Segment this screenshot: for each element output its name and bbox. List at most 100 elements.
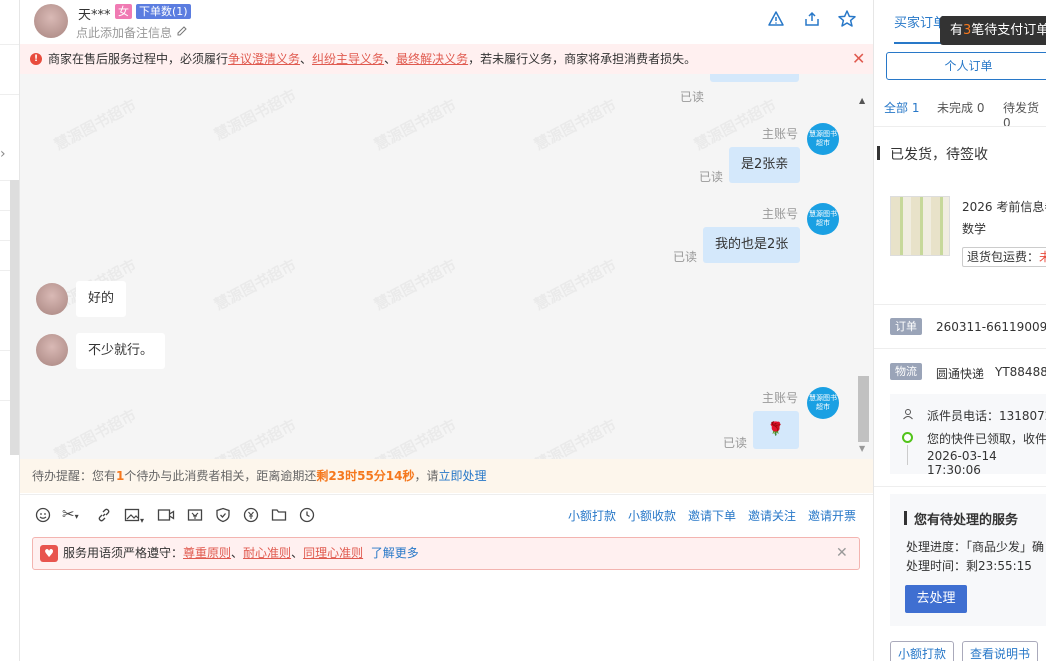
share-icon[interactable] (803, 10, 821, 28)
watermark: 慧源图书超市 (530, 94, 619, 155)
rule-sep: 、 (231, 546, 244, 560)
scissors-icon[interactable]: ✂▾ (62, 505, 79, 523)
view-manual-button[interactable]: 查看说明书 (962, 641, 1038, 661)
process-button[interactable]: 去处理 (905, 585, 967, 613)
order-status: 已发货，待签收 (890, 147, 988, 163)
small-payment-button[interactable]: 小额打款 (890, 641, 954, 661)
filter-all[interactable]: 全部 1 (884, 99, 919, 116)
todo-action-link[interactable]: 立即处理 (439, 469, 487, 483)
note-placeholder[interactable]: 点此添加备注信息 (76, 24, 172, 41)
message-bubble-m2[interactable]: 我的也是2张 (703, 227, 801, 263)
sender-label: 主账号 (762, 391, 799, 405)
notice-suffix: ，若未履行义务，商家将承担消费者损失。 (468, 52, 697, 66)
notice-link-resolve[interactable]: 最终解决义务 (396, 52, 468, 66)
watermark: 慧源图书超市 (210, 84, 299, 145)
contact-avatar[interactable] (34, 4, 68, 38)
todo-text: 个待办与此消费者相关，距离逾期还 (124, 469, 317, 483)
obligation-notice: ! 商家在售后服务过程中，必须履行争议澄清义务、纠纷主导义务、最终解决义务，若未… (20, 44, 873, 74)
notice-link-clarify[interactable]: 争议澄清义务 (228, 52, 300, 66)
scroll-up-arrow-icon[interactable]: ▲ (859, 96, 865, 105)
watermark: 慧源图书超市 (50, 94, 139, 155)
return-fee-value: 未 (1039, 250, 1046, 264)
invite-invoice-link[interactable]: 邀请开票 (808, 507, 856, 524)
contact-avatar[interactable] (36, 283, 68, 315)
currency-icon[interactable] (243, 507, 259, 523)
scroll-down-arrow-icon[interactable]: ▼ (859, 444, 865, 453)
carrier-name: 圆通快递 (936, 367, 985, 381)
tracking-text: 您的快件已领取，收件 (927, 432, 1046, 446)
rule-link-patience[interactable]: 耐心准则 (243, 546, 291, 560)
todo-remaining: 剩23时55分14秒 (316, 469, 415, 483)
shield-icon[interactable] (215, 507, 231, 523)
scrollbar-thumb[interactable] (858, 376, 869, 442)
order-count-badge[interactable]: 下单数(1) (136, 4, 191, 19)
read-status: 已读 (699, 170, 724, 184)
divider (874, 126, 1046, 127)
divider (874, 348, 1046, 349)
video-icon[interactable] (157, 507, 175, 523)
heart-chat-icon: ♥ (40, 545, 58, 562)
toast-text: 有 (950, 23, 964, 38)
close-icon[interactable]: ✕ (836, 538, 848, 569)
folder-icon[interactable] (271, 507, 287, 523)
message-input[interactable] (20, 575, 873, 661)
warning-icon[interactable] (767, 10, 785, 28)
shop-avatar-text: 慧源图书超市 (809, 394, 837, 411)
message-bubble-m3[interactable]: 好的 (76, 281, 127, 317)
clock-icon[interactable] (299, 507, 315, 523)
rule-link-empathy[interactable]: 同理心准则 (303, 546, 363, 560)
watermark: 慧源图书超市 (530, 414, 619, 459)
return-fee-badge: 退货包运费：未 (962, 247, 1046, 267)
sender-label: 主账号 (762, 127, 799, 141)
return-fee-label: 退货包运费： (967, 250, 1040, 264)
product-title[interactable]: 2026 考前信息卷 (962, 198, 1046, 215)
coupon-icon[interactable] (187, 507, 203, 523)
divider (874, 486, 1046, 487)
star-icon[interactable] (837, 9, 857, 29)
pending-payment-toast[interactable]: 有3笔待支付订单 (940, 16, 1046, 45)
personal-orders-button[interactable]: 个人订单 (886, 52, 1046, 80)
watermark: 慧源图书超市 (210, 254, 299, 315)
invite-order-link[interactable]: 邀请下单 (688, 507, 736, 524)
invite-follow-link[interactable]: 邀请关注 (748, 507, 796, 524)
timeline-line (907, 445, 908, 465)
pending-service-title: 您有待处理的服务 (914, 513, 1019, 528)
watermark: 慧源图书超市 (530, 254, 619, 315)
contact-avatar[interactable] (36, 334, 68, 366)
filter-incomplete[interactable]: 未完成 0 (937, 99, 984, 116)
left-panel-edge: › (0, 0, 20, 661)
message-bubble-partial (710, 74, 799, 82)
message-scrollbar[interactable]: ▲ ▼ (857, 74, 873, 459)
process-time: 处理时间：剩23:55:15 (906, 559, 1032, 573)
rule-sep: 、 (291, 546, 304, 560)
timeline-dot-icon (902, 432, 913, 443)
person-icon (903, 409, 913, 420)
read-status: 已读 (680, 90, 705, 104)
close-icon[interactable]: ✕ (852, 44, 865, 74)
message-bubble-m5[interactable]: 🌹 (753, 411, 799, 449)
small-receive-link[interactable]: 小额收款 (628, 507, 676, 524)
image-icon[interactable]: ▾ (124, 507, 144, 526)
message-area[interactable]: 慧源图书超市 慧源图书超市 慧源图书超市 慧源图书超市 慧源图书超市 慧源图书超… (20, 74, 873, 459)
watermark: 慧源图书超市 (370, 254, 459, 315)
learn-more-link[interactable]: 了解更多 (371, 546, 419, 560)
edit-icon[interactable] (176, 25, 188, 37)
collapse-chevron-icon[interactable]: › (0, 146, 6, 162)
read-status: 已读 (723, 436, 748, 450)
tracking-number[interactable]: YT884885 (995, 365, 1046, 379)
tab-buyer-orders[interactable]: 买家订单 (894, 12, 946, 31)
order-number[interactable]: 260311-66119009028 (936, 320, 1046, 334)
message-bubble-m1[interactable]: 是2张亲 (729, 147, 801, 183)
product-thumbnail[interactable] (890, 196, 950, 256)
rule-link-respect[interactable]: 尊重原则 (183, 546, 231, 560)
shop-avatar: 慧源图书超市 (807, 123, 839, 155)
order-badge: 订单 (890, 318, 922, 335)
notice-link-lead[interactable]: 纠纷主导义务 (312, 52, 384, 66)
service-language-rule: ♥ 服务用语须严格遵守：尊重原则、耐心准则、同理心准则 了解更多 ✕ (32, 537, 860, 570)
link-icon[interactable] (96, 507, 112, 523)
status-marker (877, 146, 880, 160)
small-payment-link[interactable]: 小额打款 (568, 507, 616, 524)
smile-icon[interactable] (35, 507, 51, 523)
toast-text: 笔待支付订单 (971, 23, 1046, 38)
message-bubble-m4[interactable]: 不少就行。 (76, 333, 166, 369)
